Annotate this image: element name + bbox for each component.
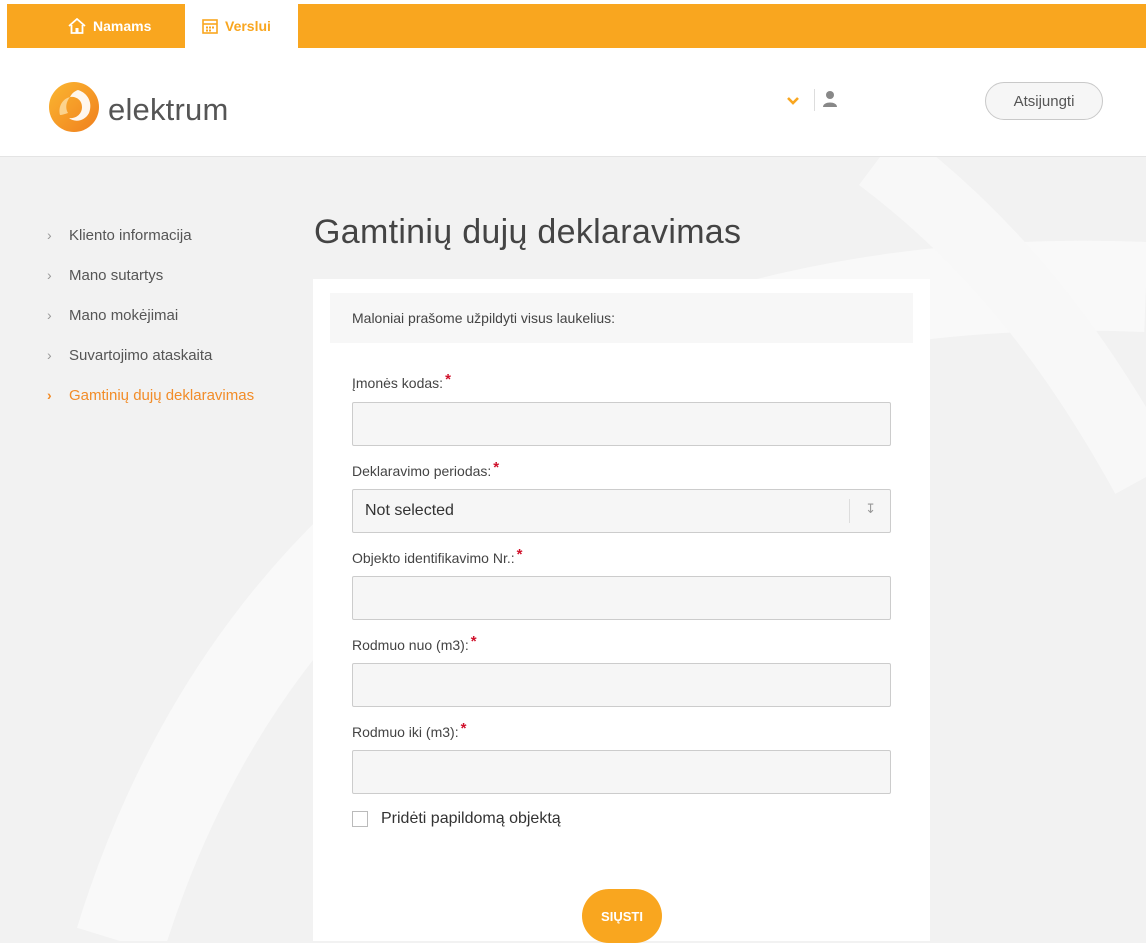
chevron-down-icon[interactable] [786, 93, 800, 111]
tab-home-label: Namams [93, 18, 152, 34]
form-intro: Maloniai prašome užpildyti visus laukeli… [330, 293, 913, 343]
tab-business-label: Verslui [225, 18, 271, 34]
sidebar-nav: › Kliento informacija › Mano sutartys › … [47, 215, 254, 415]
company-code-label: Įmonės kodas: * [352, 371, 451, 392]
logout-button[interactable]: Atsijungti [985, 82, 1103, 120]
page-title: Gamtinių dujų deklaravimas [314, 213, 742, 251]
chevron-right-icon: › [47, 267, 52, 283]
field-label-text: Rodmuo iki (m3): [352, 724, 459, 740]
top-bar-strip [298, 4, 1146, 48]
chevron-right-icon: › [47, 227, 52, 243]
select-value: Not selected [365, 502, 454, 519]
declaration-form: Maloniai prašome užpildyti visus laukeli… [313, 279, 930, 943]
field-label-text: Įmonės kodas: [352, 375, 444, 391]
field-label-text: Objekto identifikavimo Nr.: [352, 550, 515, 566]
calendar-icon [202, 18, 218, 34]
field-label-text: Deklaravimo periodas: [352, 463, 492, 479]
logo-icon [48, 81, 100, 138]
submit-button[interactable]: SIŲSTI [582, 889, 662, 943]
tab-home[interactable]: Namams [68, 4, 151, 48]
declaration-period-label: Deklaravimo periodas: * [352, 459, 499, 480]
select-divider [849, 499, 850, 523]
field-label-text: Rodmuo nuo (m3): [352, 637, 469, 653]
sidebar-item-contracts[interactable]: › Mano sutartys [47, 255, 254, 295]
dropdown-arrow-icon: ↧ [865, 501, 876, 516]
add-object-checkbox[interactable] [352, 811, 368, 827]
sidebar-item-label: Mano mokėjimai [69, 306, 179, 324]
declaration-period-select[interactable]: Not selected ↧ [352, 489, 891, 533]
header-divider [814, 89, 815, 111]
required-mark: * [470, 633, 477, 650]
required-mark: * [516, 546, 523, 563]
sidebar-item-gas-declaration[interactable]: › Gamtinių dujų deklaravimas [47, 375, 254, 415]
sidebar-item-label: Suvartojimo ataskaita [69, 346, 213, 364]
object-id-label: Objekto identifikavimo Nr.: * [352, 546, 522, 567]
company-code-input[interactable] [352, 402, 891, 446]
sidebar-item-consumption-report[interactable]: › Suvartojimo ataskaita [47, 335, 254, 375]
reading-to-label: Rodmuo iki (m3): * [352, 720, 466, 741]
logo-wordmark: elektrum [108, 91, 229, 127]
chevron-right-icon: › [47, 307, 52, 323]
required-mark: * [493, 459, 500, 476]
add-object-label: Pridėti papildomą objektą [381, 810, 561, 827]
elektrum-logo[interactable]: elektrum [48, 81, 228, 138]
top-bar: Namams Verslui [0, 0, 1146, 49]
reading-from-input[interactable] [352, 663, 891, 707]
sidebar-item-label: Gamtinių dujų deklaravimas [69, 386, 255, 404]
sidebar-item-label: Mano sutartys [69, 266, 164, 284]
site-header: elektrum Atsijungti [0, 49, 1146, 157]
reading-from-label: Rodmuo nuo (m3): * [352, 633, 477, 654]
tab-business[interactable]: Verslui [186, 4, 298, 48]
chevron-right-icon: › [47, 387, 52, 403]
reading-to-input[interactable] [352, 750, 891, 794]
object-id-input[interactable] [352, 576, 891, 620]
home-icon [68, 18, 86, 34]
sidebar-item-payments[interactable]: › Mano mokėjimai [47, 295, 254, 335]
sidebar-item-client-info[interactable]: › Kliento informacija [47, 215, 254, 255]
user-icon[interactable] [822, 90, 838, 113]
sidebar-item-label: Kliento informacija [69, 226, 192, 244]
chevron-right-icon: › [47, 347, 52, 363]
required-mark: * [460, 720, 467, 737]
required-mark: * [445, 371, 451, 388]
add-object-row[interactable]: Pridėti papildomą objektą [352, 810, 561, 828]
